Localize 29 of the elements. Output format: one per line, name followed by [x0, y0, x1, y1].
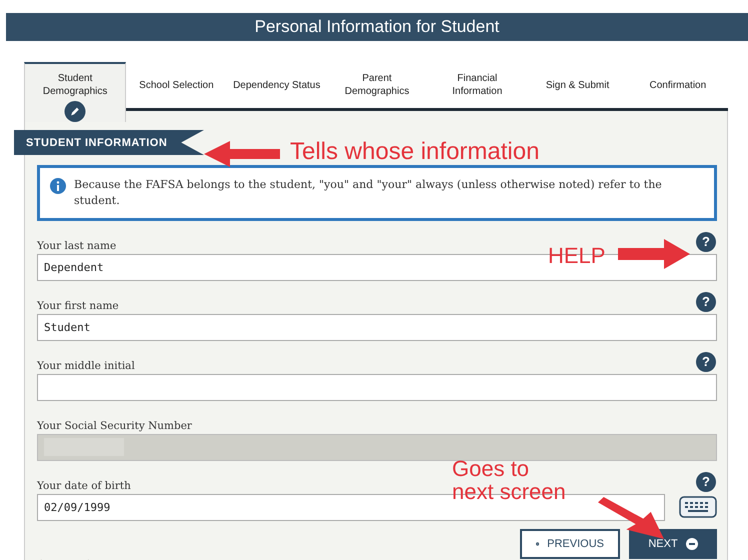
help-button[interactable]: ?	[696, 352, 716, 372]
section-banner: STUDENT INFORMATION	[14, 130, 204, 155]
window-title: Personal Information for Student	[6, 13, 748, 41]
input-field[interactable]: Student	[37, 314, 717, 341]
help-button[interactable]: ?	[696, 472, 716, 492]
info-icon	[50, 178, 66, 194]
tab[interactable]: Financial Information	[427, 62, 528, 108]
field-label: Your first name	[37, 300, 119, 312]
tab[interactable]: Parent Demographics	[326, 62, 428, 108]
help-button[interactable]: ?	[696, 232, 716, 252]
keyboard-icon[interactable]	[679, 496, 717, 518]
tab[interactable]: Sign & Submit	[527, 62, 628, 108]
next-button[interactable]: NEXT	[629, 528, 717, 559]
annotation-arrow	[618, 239, 690, 269]
tab[interactable]: Confirmation	[628, 62, 728, 108]
field-label: Your middle initial	[37, 360, 135, 372]
pencil-icon	[64, 101, 86, 122]
tab[interactable]: School Selection	[126, 62, 227, 108]
tab[interactable]: Dependency Status	[226, 62, 327, 108]
help-button[interactable]: ?	[696, 292, 716, 312]
previous-button[interactable]: PREVIOUS	[520, 528, 620, 559]
field-label: Your Social Security Number	[37, 420, 192, 432]
notice-text: Because the FAFSA belongs to the student, "you" and "your" always (unless otherwise noted) refer to the student.	[74, 177, 663, 209]
annotation-arrow	[598, 497, 664, 539]
tab[interactable]: Student Demographics	[24, 62, 126, 122]
input-field[interactable]	[37, 374, 717, 401]
field-label: Your date of birth	[37, 480, 131, 492]
annotation-text: Tells whose information	[290, 140, 540, 164]
field-label: Your last name	[37, 240, 116, 252]
